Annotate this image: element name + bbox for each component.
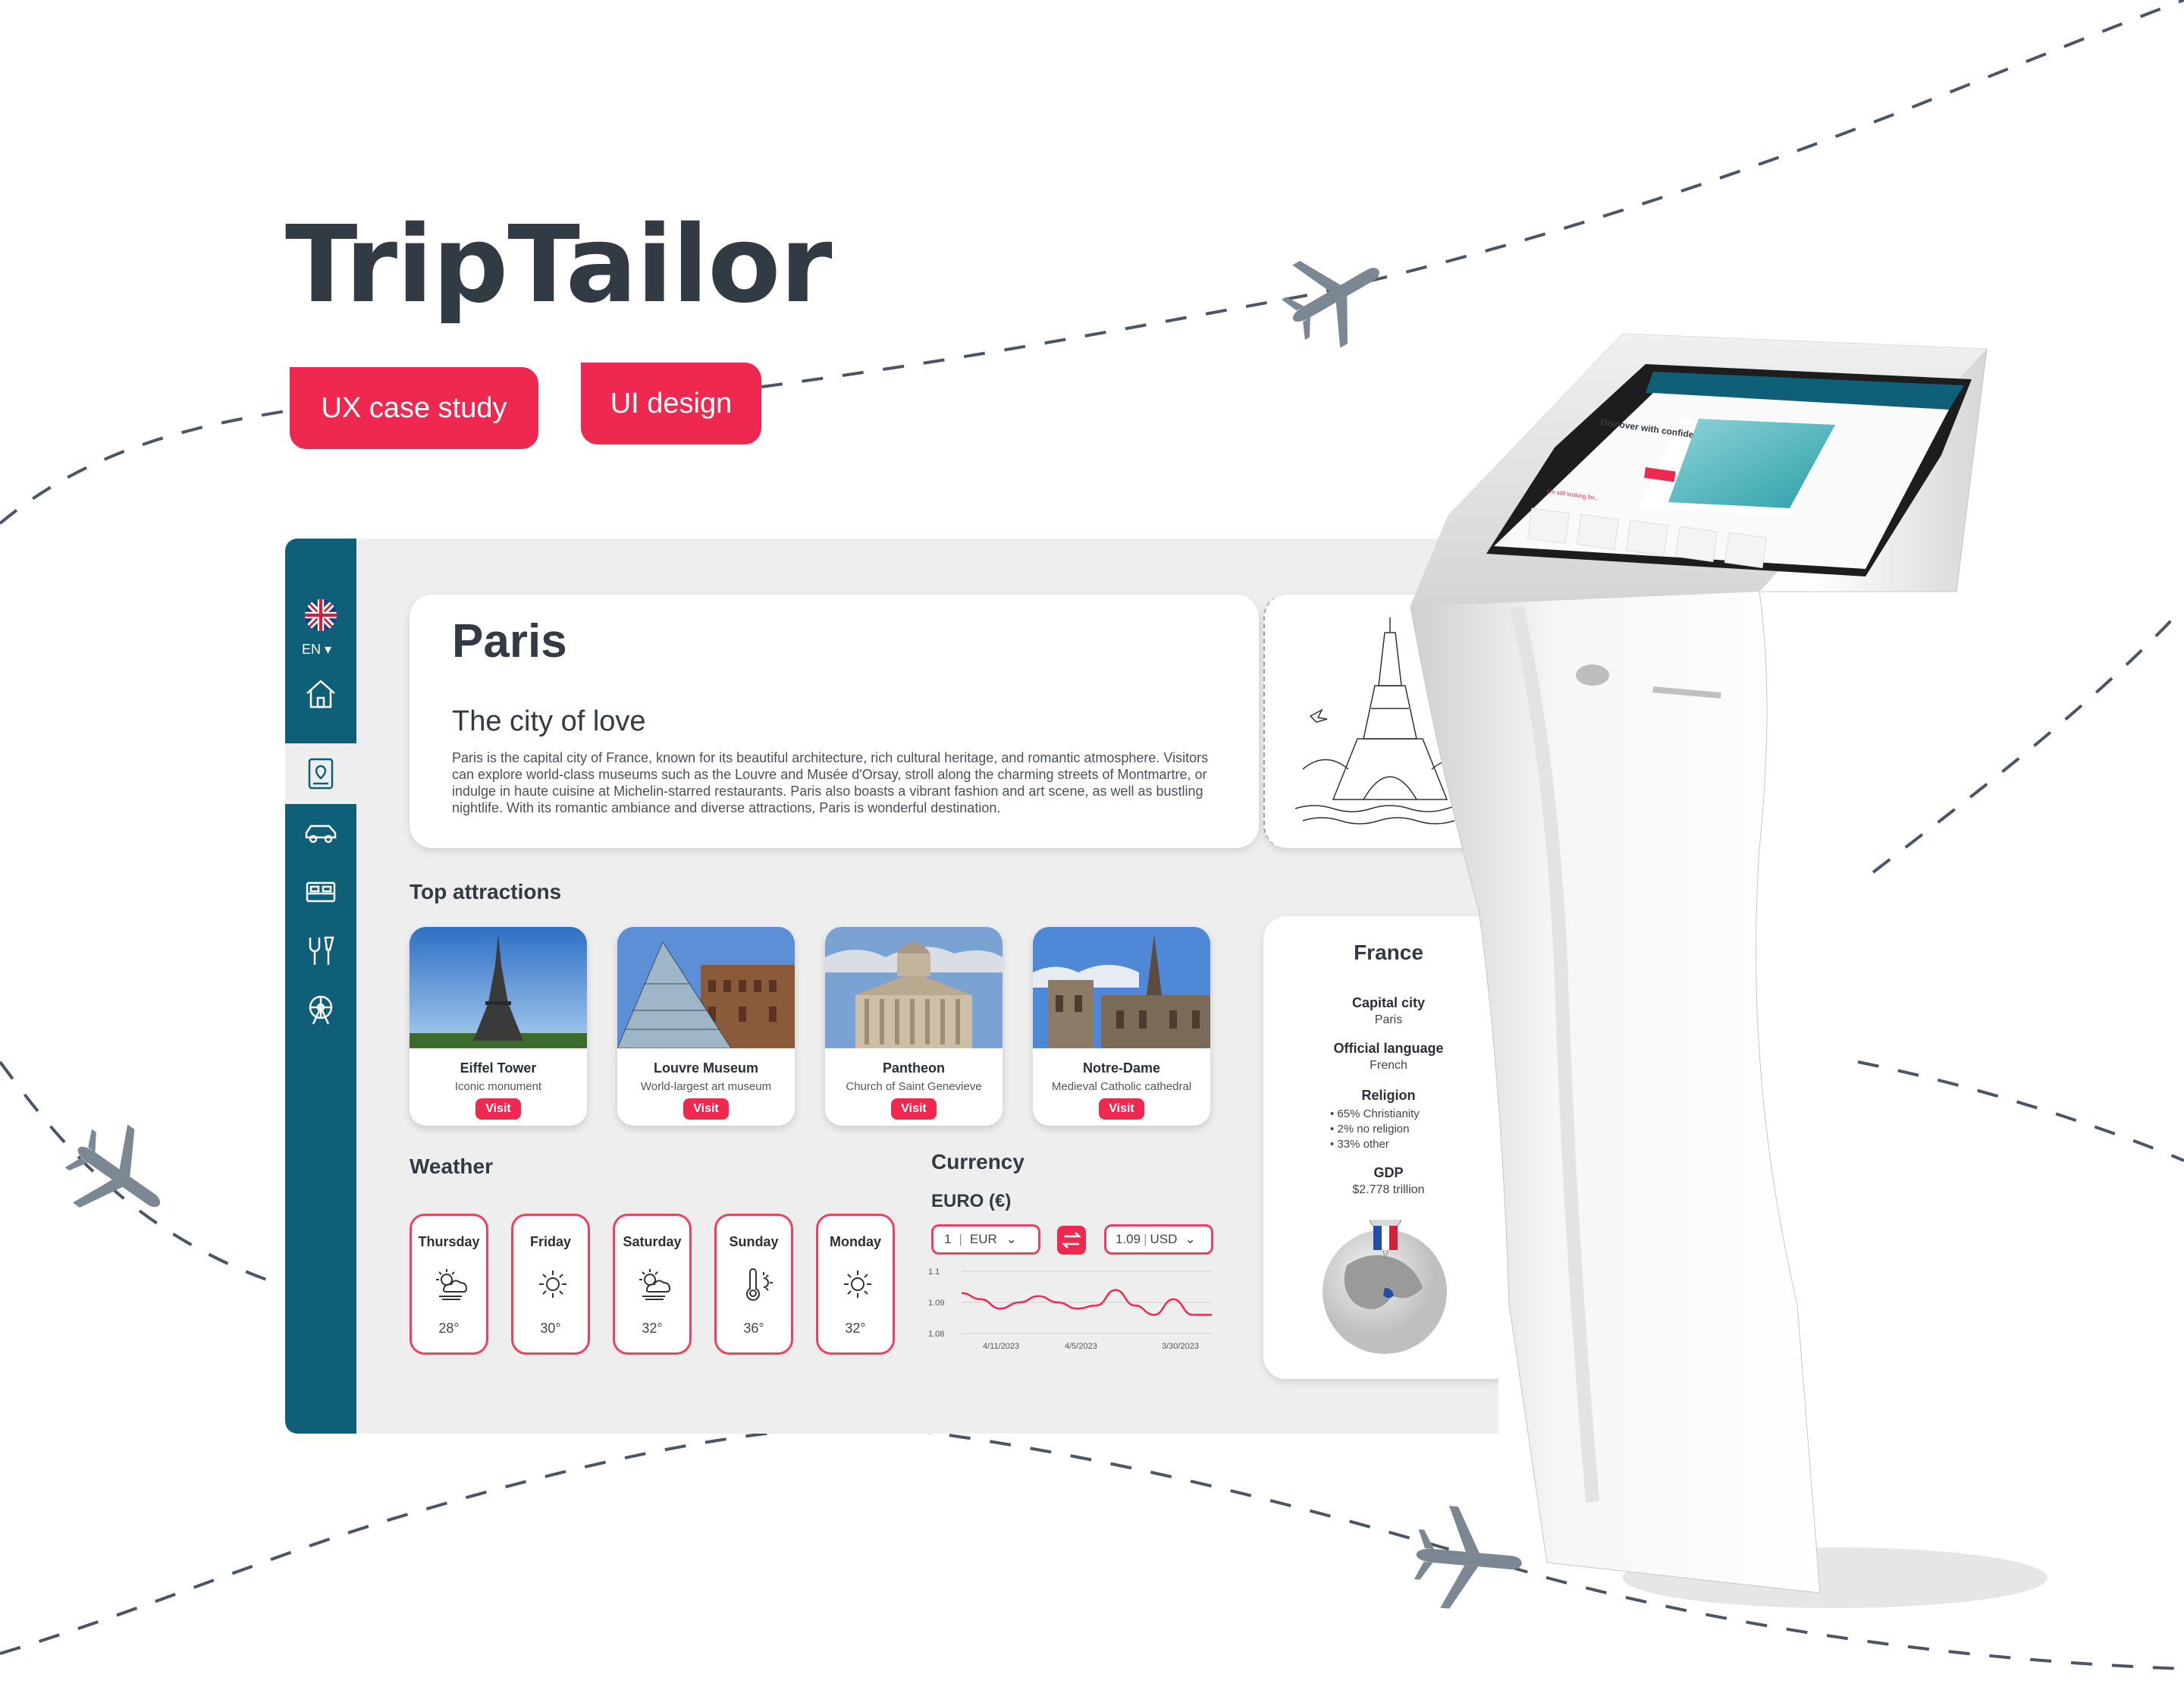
kiosk-device: Discover with confidence I'm still looki…	[1410, 333, 2048, 1608]
swap-currency-icon[interactable]	[1057, 1226, 1086, 1255]
weather-temp: 32°	[845, 1321, 866, 1336]
visit-button[interactable]: Visit	[475, 1098, 521, 1120]
x-tick-label: 3/30/2023	[1162, 1342, 1199, 1351]
attraction-subtitle: Medieval Catholic cathedral	[1051, 1080, 1192, 1093]
from-code: EUR	[969, 1232, 997, 1246]
thermometer-icon	[746, 1268, 773, 1301]
visit-button[interactable]: Visit	[683, 1098, 729, 1120]
from-amount: 1	[944, 1232, 952, 1246]
sun-icon	[539, 1271, 566, 1298]
pantheon-photo	[825, 927, 1003, 1048]
attraction-subtitle: World-largest art museum	[640, 1080, 772, 1093]
city-name: Paris	[452, 615, 567, 668]
weather-day-card[interactable]: Friday 30°	[511, 1214, 590, 1355]
attraction-card[interactable]: Louvre Museum World-largest art museum V…	[617, 927, 795, 1126]
louvre-museum-photo	[617, 927, 795, 1048]
attraction-card[interactable]: Pantheon Church of Saint Genevieve Visit	[825, 927, 1003, 1126]
eiffel-tower-photo	[410, 927, 587, 1048]
partly-cloudy-icon	[436, 1269, 468, 1300]
home-icon[interactable]	[303, 675, 339, 711]
weather-temp: 32°	[642, 1321, 663, 1336]
bed-icon[interactable]	[303, 874, 339, 910]
sun-icon	[844, 1271, 871, 1298]
visit-button[interactable]: Visit	[891, 1098, 937, 1120]
weather-day-card[interactable]: Monday 32°	[816, 1214, 895, 1355]
attraction-subtitle: Church of Saint Genevieve	[846, 1080, 982, 1093]
to-currency-select[interactable]: 1.09 | USD ⌄	[1104, 1224, 1213, 1255]
tag-ux-case-study: UX case study	[290, 367, 538, 449]
weather-day-card[interactable]: Sunday 36°	[714, 1214, 793, 1355]
exchange-rate-chart: 1.1 1.09 1.08 4/11/2023 4/5/2023 3/30/2023	[928, 1268, 1212, 1351]
weather-day-label: Monday	[829, 1234, 881, 1249]
partly-cloudy-icon	[639, 1269, 671, 1300]
weather-day-card[interactable]: Thursday 28°	[410, 1214, 488, 1355]
attraction-name: Louvre Museum	[653, 1060, 759, 1076]
attraction-name: Pantheon	[882, 1060, 945, 1076]
x-tick-label: 4/11/2023	[983, 1342, 1019, 1351]
language-selector[interactable]: EN ▾	[302, 642, 331, 658]
airplane-icon	[64, 1124, 161, 1208]
attractions-icon[interactable]	[303, 992, 339, 1029]
weather-day-label: Thursday	[418, 1234, 480, 1249]
weather-title: Weather	[410, 1154, 493, 1178]
attraction-card[interactable]: Notre-Dame Medieval Catholic cathedral V…	[1033, 927, 1210, 1126]
weather-day-label: Saturday	[623, 1234, 682, 1249]
car-icon[interactable]	[303, 815, 339, 851]
city-intro-card: Paris The city of love Paris is the capi…	[410, 595, 1259, 848]
tag-ui-design: UI design	[581, 363, 761, 444]
uk-flag-icon[interactable]	[305, 599, 337, 631]
attraction-name: Eiffel Tower	[460, 1060, 537, 1076]
weather-day-card[interactable]: Saturday 32°	[613, 1214, 692, 1355]
city-description: Paris is the capital city of France, kno…	[452, 750, 1209, 815]
weather-temp: 30°	[540, 1321, 561, 1336]
attractions-title: Top attractions	[410, 880, 562, 903]
attraction-subtitle: Iconic monument	[454, 1080, 542, 1093]
city-tagline: The city of love	[452, 705, 646, 737]
visit-button[interactable]: Visit	[1099, 1098, 1144, 1120]
language-label: EN	[302, 642, 322, 657]
sidebar	[285, 539, 356, 1434]
y-tick-label: 1.09	[928, 1299, 944, 1308]
y-tick-label: 1.1	[928, 1268, 940, 1277]
attraction-card[interactable]: Eiffel Tower Iconic monument Visit	[410, 927, 587, 1126]
weather-temp: 36°	[743, 1321, 764, 1336]
to-code: USD	[1150, 1232, 1178, 1246]
kiosk-ui-screen: EN ▾ Paris The city of love Paris is the…	[285, 539, 1498, 1434]
currency-base-label: EURO (€)	[931, 1191, 1012, 1211]
to-amount: 1.09	[1116, 1232, 1141, 1246]
guide-icon[interactable]	[303, 755, 339, 792]
from-currency-select[interactable]: 1 | EUR ⌄	[931, 1224, 1040, 1255]
chevron-down-icon: ⌄	[1006, 1232, 1018, 1246]
y-tick-label: 1.08	[928, 1330, 944, 1339]
currency-title: Currency	[931, 1150, 1025, 1173]
x-tick-label: 4/5/2023	[1065, 1342, 1097, 1351]
weather-day-label: Friday	[529, 1234, 572, 1249]
brand-title: TripTailor	[285, 203, 832, 327]
weather-temp: 28°	[438, 1321, 460, 1336]
attraction-name: Notre-Dame	[1082, 1060, 1161, 1076]
weather-day-label: Sunday	[729, 1234, 779, 1249]
notre-dame-photo	[1033, 927, 1210, 1048]
chevron-down-icon: ⌄	[1185, 1232, 1196, 1246]
dining-icon[interactable]	[303, 933, 339, 969]
